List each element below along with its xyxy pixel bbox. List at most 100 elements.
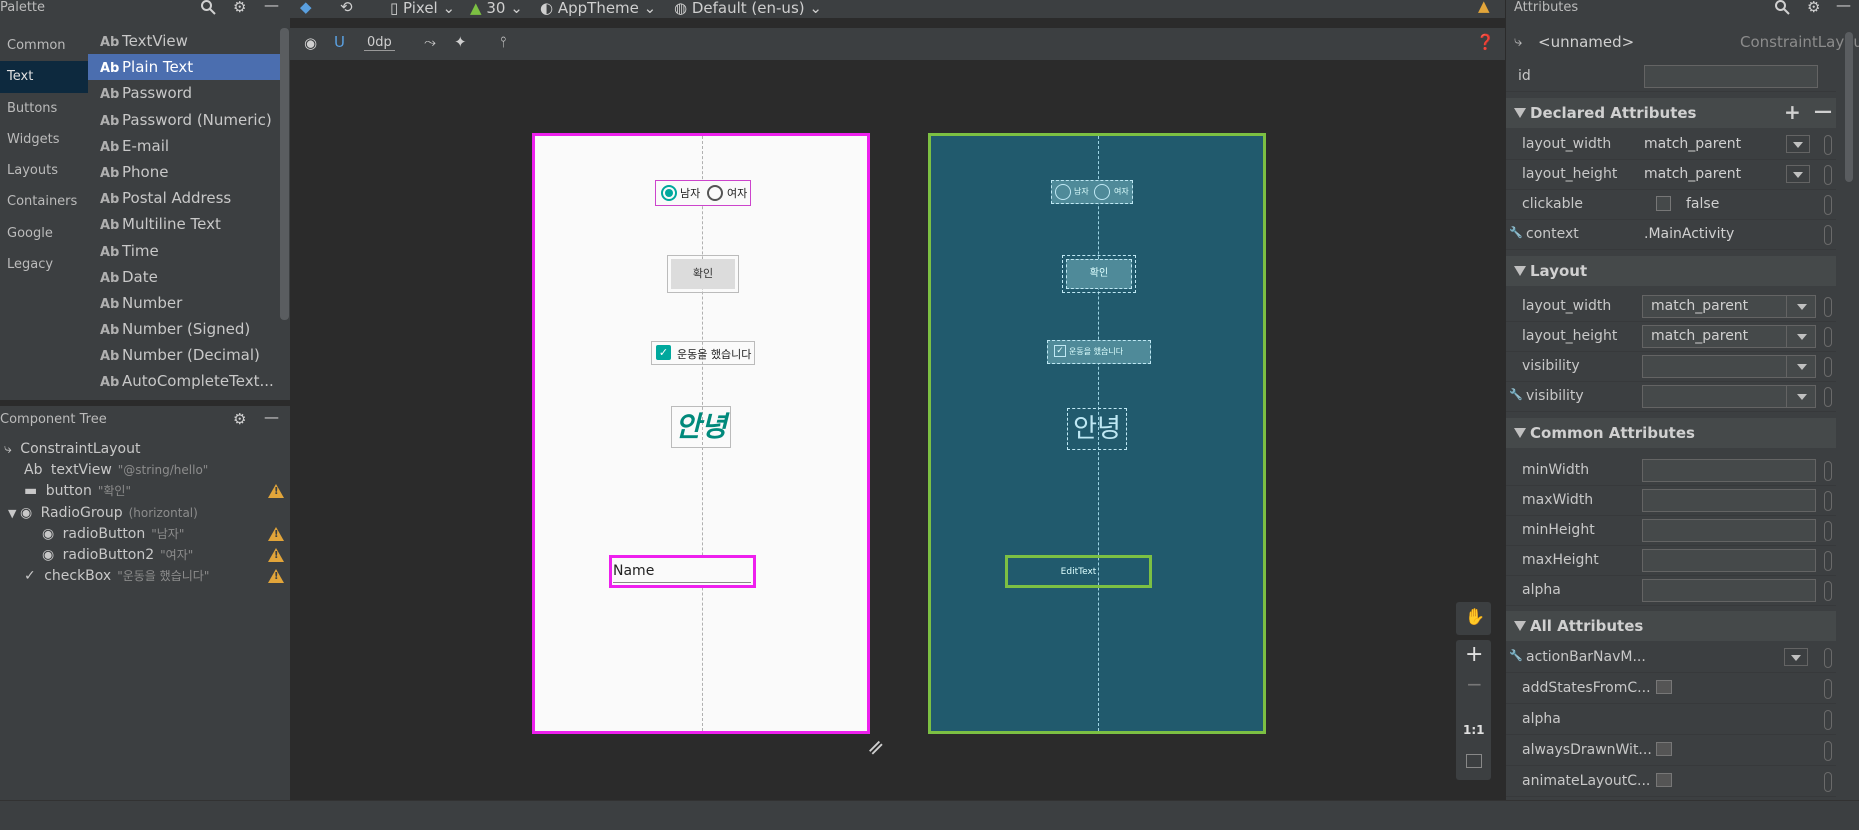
pin-icon[interactable] [1824, 135, 1832, 155]
warning-icon[interactable]: ▲ [1478, 0, 1490, 15]
zoom-out-icon[interactable]: − [1466, 672, 1483, 696]
attr-dropdown[interactable] [1786, 165, 1810, 183]
layout-section[interactable]: Layout [1506, 256, 1836, 286]
confirm-button[interactable]: 확인 [671, 259, 735, 289]
exercise-checkbox[interactable]: ✓ 운동을 했습니다 [651, 341, 755, 365]
pin-icon[interactable] [1824, 491, 1832, 511]
attr-dropdown[interactable] [1784, 648, 1808, 666]
design-surface[interactable]: 남자 여자 확인 ✓ 운동을 했습니다 안녕 Name [532, 133, 870, 734]
checkbox-checked-icon[interactable]: ✓ [656, 345, 671, 360]
palette-scrollbar[interactable] [280, 28, 289, 320]
attributes-scrollbar[interactable] [1845, 32, 1853, 182]
palette-category-containers[interactable]: Containers [0, 186, 88, 217]
attr-dropdown[interactable]: match_parent [1642, 325, 1816, 348]
palette-item[interactable]: Ab Multiline Text [88, 211, 280, 237]
palette-category-google[interactable]: Google [0, 218, 88, 249]
palette-item[interactable]: Ab Password (Numeric) [88, 107, 280, 133]
api-selector[interactable]: ▲ 30 ⌄ [470, 0, 523, 17]
pin-icon[interactable] [1824, 327, 1832, 347]
attr-dropdown[interactable] [1642, 355, 1816, 378]
pin-icon[interactable] [1824, 357, 1832, 377]
palette-category-legacy[interactable]: Legacy [0, 249, 88, 280]
attr-input[interactable] [1642, 489, 1816, 512]
radio-group[interactable]: 남자 여자 [655, 180, 751, 206]
pin-icon[interactable] [1824, 387, 1832, 407]
attr-dropdown[interactable] [1642, 385, 1816, 408]
checkbox-icon[interactable] [1656, 196, 1671, 211]
flag-icon[interactable] [1656, 773, 1672, 787]
pin-icon[interactable] [1824, 679, 1832, 699]
palette-category-common[interactable]: Common [0, 30, 88, 61]
palette-item[interactable]: Ab E-mail [88, 133, 280, 159]
pin-icon[interactable] [1824, 521, 1832, 541]
palette-item[interactable]: Ab Postal Address [88, 185, 280, 211]
minimize-icon[interactable]: — [1836, 0, 1851, 13]
margin-field[interactable]: 0dp [364, 35, 395, 51]
blueprint-surface[interactable]: 남자 여자 확인 ✓ 운동을 했습니다 안녕 EditText [928, 133, 1266, 734]
blueprint-button[interactable]: 확인 [1066, 259, 1132, 289]
warning-icon[interactable] [268, 548, 284, 562]
tree-row[interactable]: ✓ checkBox "운동을 했습니다" [24, 564, 209, 589]
warning-icon[interactable] [268, 569, 284, 584]
pan-button[interactable]: ✋ [1456, 602, 1491, 635]
palette-item[interactable]: Ab Password [88, 80, 280, 106]
radio-checked-icon[interactable] [661, 185, 677, 201]
expand-arrow-icon[interactable]: ▼ [8, 507, 20, 520]
id-input[interactable] [1644, 65, 1818, 88]
pin-icon[interactable] [1824, 225, 1832, 245]
palette-item[interactable]: Ab Number (Decimal) [88, 342, 280, 368]
help-icon[interactable]: ❓ [1476, 33, 1495, 51]
pin-icon[interactable] [1824, 581, 1832, 601]
pin-icon[interactable] [1824, 297, 1832, 317]
pin-icon[interactable] [1824, 551, 1832, 571]
attr-input[interactable] [1642, 579, 1816, 602]
eye-icon[interactable]: ◉ [304, 34, 317, 52]
palette-item[interactable]: Ab TextView [88, 28, 280, 54]
palette-item[interactable]: Ab Date [88, 264, 280, 290]
palette-item[interactable]: Ab AutoCompleteText... [88, 368, 280, 390]
magnet-icon[interactable]: U [334, 33, 345, 51]
palette-category-buttons[interactable]: Buttons [0, 93, 88, 124]
layers-icon[interactable]: ◆ [300, 0, 312, 16]
all-attributes-section[interactable]: All Attributes [1506, 611, 1836, 641]
infer-constraints-icon[interactable]: ✦ [454, 33, 467, 51]
zoom-fit-icon[interactable] [1466, 754, 1482, 768]
search-icon[interactable] [200, 0, 216, 18]
attr-input[interactable] [1642, 459, 1816, 482]
blueprint-edittext[interactable]: EditText [1005, 555, 1152, 588]
gear-icon[interactable]: ⚙ [233, 411, 246, 427]
flag-icon[interactable] [1656, 742, 1672, 756]
pin-icon[interactable] [1824, 195, 1832, 215]
radio-unchecked-icon[interactable] [707, 185, 723, 201]
locale-selector[interactable]: ◍ Default (en-us) ⌄ [674, 0, 822, 17]
declared-attributes-section[interactable]: Declared Attributes + — [1506, 98, 1836, 128]
device-selector[interactable]: ▯ Pixel ⌄ [390, 0, 455, 17]
theme-selector[interactable]: ◐ AppTheme ⌄ [540, 0, 656, 17]
palette-item[interactable]: Ab Phone [88, 159, 280, 185]
gear-icon[interactable]: ⚙ [1807, 0, 1820, 15]
minimize-icon[interactable]: — [264, 409, 279, 425]
guideline-icon[interactable]: ⫯ [500, 33, 507, 51]
clear-constraints-icon[interactable]: ⤳ [424, 33, 436, 51]
palette-item[interactable]: Ab Number (Signed) [88, 316, 280, 342]
design-canvas[interactable] [290, 62, 1505, 800]
attr-dropdown[interactable] [1786, 135, 1810, 153]
attr-input[interactable] [1642, 519, 1816, 542]
pin-icon[interactable] [1824, 772, 1832, 792]
palette-item[interactable]: Ab Time [88, 238, 280, 264]
zoom-in-icon[interactable]: + [1465, 642, 1483, 667]
common-attributes-section[interactable]: Common Attributes [1506, 418, 1836, 448]
palette-category-layouts[interactable]: Layouts [0, 155, 88, 186]
warning-icon[interactable] [268, 526, 284, 541]
name-edittext[interactable]: Name [609, 555, 756, 588]
add-icon[interactable]: + [1784, 97, 1801, 127]
palette-category-widgets[interactable]: Widgets [0, 124, 88, 155]
flag-icon[interactable] [1656, 680, 1672, 694]
pin-icon[interactable] [1824, 648, 1832, 668]
attr-dropdown[interactable]: match_parent [1642, 295, 1816, 318]
blueprint-checkbox[interactable]: ✓ 운동을 했습니다 [1047, 340, 1151, 364]
palette-item[interactable]: Ab Number [88, 290, 280, 316]
blueprint-radio-group[interactable]: 남자 여자 [1051, 180, 1133, 204]
pin-icon[interactable] [1824, 165, 1832, 185]
zoom-actual-size[interactable]: 1:1 [1463, 723, 1485, 737]
